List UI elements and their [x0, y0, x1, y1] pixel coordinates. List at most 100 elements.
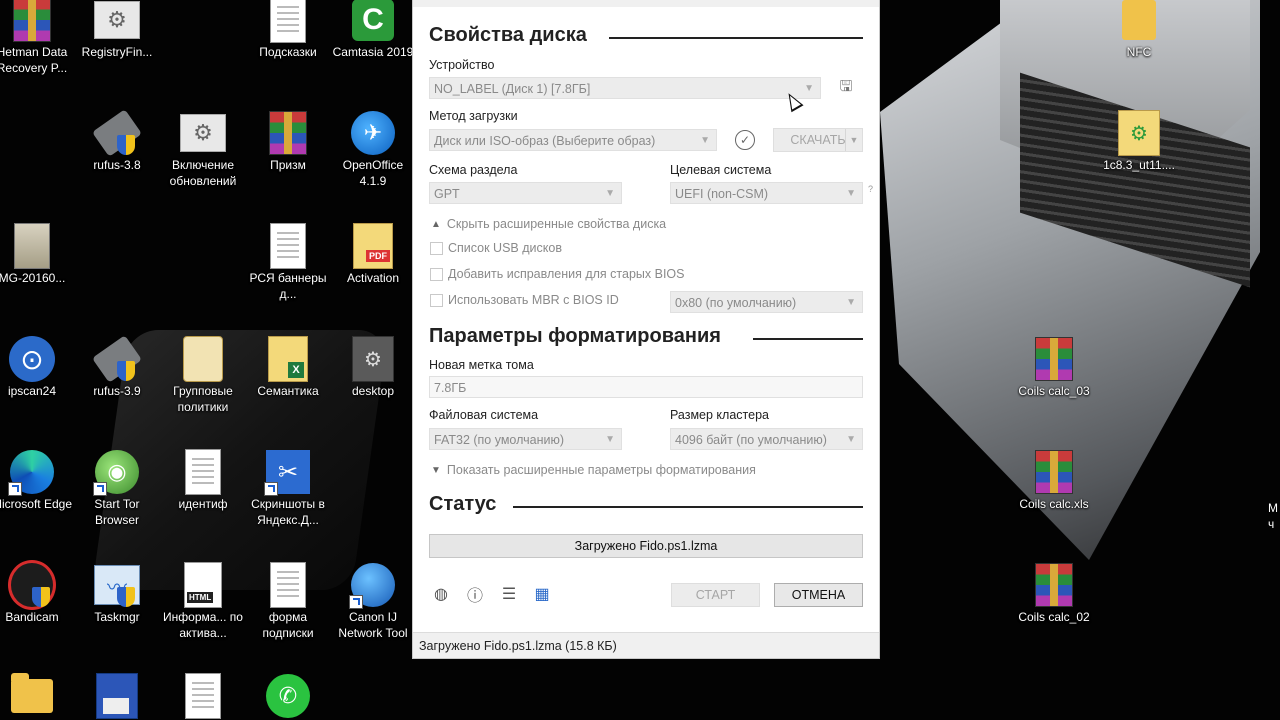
desktop-icon-label: идентиф [178, 497, 228, 511]
desktop-icon-label: Включение обновлений [169, 158, 237, 188]
device-select-value: NO_LABEL (Диск 1) [7.8ГБ] [434, 82, 591, 96]
desktop-icon-activation[interactable]: Activation [331, 218, 415, 328]
desktop-icon-podskazki[interactable]: Подсказки [246, 0, 330, 102]
desktop-icon-vklyuchenie[interactable]: ⚙ Включение обновлений [161, 105, 245, 215]
rufus-window: Свойства диска Устройство NO_LABEL (Диск… [412, 0, 880, 659]
chevron-down-icon[interactable]: ▼ [845, 129, 862, 151]
desktop-icon-img[interactable]: MG-20160... [0, 218, 74, 328]
floppy-icon [96, 673, 138, 719]
desktop-icon-nfc[interactable]: NFC [1097, 0, 1181, 102]
desktop-icon-label: NFC [1126, 45, 1152, 59]
desktop-icon-rufus-38[interactable]: rufus-3.8 [75, 105, 159, 215]
file-system-select[interactable]: FAT32 (по умолчанию) ▼ [429, 428, 622, 450]
settings-sliders-icon[interactable]: ☰ [499, 584, 519, 604]
archive-icon [269, 111, 307, 155]
desktop-icon-label: Microsoft Edge [0, 497, 73, 511]
target-system-select[interactable]: UEFI (non-CSM) ▼ [670, 182, 863, 204]
shortcut-arrow-icon [93, 482, 107, 496]
list-usb-checkbox[interactable]: Список USB дисков [430, 241, 562, 255]
desktop-icon-registryfinder[interactable]: ⚙ RegistryFin... [75, 0, 159, 102]
chevron-down-icon: ▼ [605, 188, 615, 199]
desktop-icon-coils-xls[interactable]: Coils calc.xls [1012, 444, 1096, 554]
folder-icon [1122, 0, 1156, 40]
checkbox-box[interactable] [430, 293, 443, 307]
download-button[interactable]: СКАЧАТЬ ▼ [773, 128, 863, 152]
download-button-label: СКАЧАТЬ [790, 133, 846, 147]
folder-icon [11, 673, 53, 713]
desktop-icon-label: Информа... по активa... [163, 610, 243, 640]
desktop-icon: ⚙ [352, 336, 394, 382]
check-hash-icon[interactable]: ✓ [735, 130, 755, 150]
volume-label-input[interactable]: 7.8ГБ [429, 376, 863, 398]
desktop-icon-screenshots[interactable]: ✂ Скриншоты в Яндекс.Д... [246, 444, 330, 554]
use-mbr-checkbox[interactable]: Использовать MBR с BIOS ID [430, 293, 619, 307]
start-button[interactable]: СТАРТ [671, 583, 760, 607]
desktop-icon-desktop[interactable]: ⚙ desktop [331, 331, 415, 441]
desktop-icon-whatsapp-partial[interactable]: ✆ [246, 668, 330, 720]
log-table-icon[interactable]: ▦ [532, 584, 552, 604]
partition-scheme-select[interactable]: GPT ▼ [429, 182, 622, 204]
desktop-icon-label: Групповые политики [173, 384, 233, 414]
language-globe-icon[interactable]: ◍ [431, 584, 451, 604]
registry-icon: ⚙ [94, 1, 140, 39]
partition-scheme-value: GPT [434, 187, 460, 201]
checkbox-box[interactable] [430, 241, 443, 255]
chevron-down-icon: ▼ [846, 297, 856, 308]
scroll-icon [183, 336, 223, 382]
desktop-icon-identif[interactable]: идентиф [161, 444, 245, 554]
desktop-icon-taskmgr[interactable]: 〰 Taskmgr [75, 557, 159, 667]
desktop-icon-ipscan[interactable]: ⊙ ipscan24 [0, 331, 74, 441]
desktop-icon-label: ipscan24 [7, 384, 57, 398]
desktop-icon-rufus-39[interactable]: rufus-3.9 [75, 331, 159, 441]
shield-icon [117, 587, 135, 607]
desktop-icon-forma[interactable]: форма подписки [246, 557, 330, 667]
desktop-icon-edge[interactable]: Microsoft Edge [0, 444, 74, 554]
desktop-icon-label: Camtasia 2019 [332, 45, 414, 59]
desktop-icon-prizm[interactable]: Призм [246, 105, 330, 215]
volume-label-label: Новая метка тома [429, 358, 534, 372]
desktop-icon-rsya[interactable]: РСЯ баннеры д... [246, 218, 330, 328]
save-drive-icon[interactable]: 🖫 [837, 78, 855, 97]
old-bios-checkbox[interactable]: Добавить исправления для старых BIOS [430, 267, 685, 281]
whatsapp-icon: ✆ [266, 674, 310, 718]
archive-icon [1035, 563, 1073, 607]
chevron-down-icon: ▼ [846, 434, 856, 445]
desktop-icon-floppy-partial[interactable] [75, 668, 159, 720]
desktop-icon-gruppovye[interactable]: Групповые политики [161, 331, 245, 441]
window-top-strip [413, 0, 879, 7]
bios-id-select[interactable]: 0x80 (по умолчанию) ▼ [670, 291, 863, 313]
gear-icon: ⚙ [180, 114, 226, 152]
desktop-icon-canon[interactable]: Canon IJ Network Tool [331, 557, 415, 667]
target-system-help-icon[interactable]: ? [868, 184, 873, 194]
cluster-size-select[interactable]: 4096 байт (по умолчанию) ▼ [670, 428, 863, 450]
desktop-icon-label: Bandicam [5, 610, 59, 624]
partition-scheme-label: Схема раздела [429, 163, 518, 177]
desktop-icon-tor[interactable]: ◉ Start Tor Browser [75, 444, 159, 554]
desktop-icon-openoffice[interactable]: ✈ OpenOffice 4.1.9 [331, 105, 415, 215]
show-advanced-format-toggle[interactable]: ▼ Показать расширенные параметры формати… [431, 463, 756, 477]
cluster-size-value: 4096 байт (по умолчанию) [675, 433, 827, 447]
use-mbr-label: Использовать MBR с BIOS ID [448, 293, 619, 307]
shortcut-arrow-icon [349, 595, 363, 609]
desktop-icon-folder-partial[interactable] [0, 668, 74, 720]
checkbox-box[interactable] [430, 267, 443, 281]
desktop-icon-bandicam[interactable]: Bandicam [0, 557, 74, 667]
desktop-icon-label: Coils calc_03 [1018, 384, 1090, 398]
desktop-icon-label: rufus-3.9 [93, 384, 141, 398]
desktop-icon-informaciya[interactable]: Информа... по активa... [161, 557, 245, 667]
desktop-icon-coils-02[interactable]: Coils calc_02 [1012, 557, 1096, 667]
cancel-button[interactable]: ОТМЕНА [774, 583, 863, 607]
desktop-icon-semantika[interactable]: Семантика [246, 331, 330, 441]
boot-selection-select[interactable]: Диск или ISO-образ (Выберите образ) ▼ [429, 129, 717, 151]
desktop-icon-camtasia[interactable]: C Camtasia 2019 [331, 0, 415, 102]
desktop-icon-doc-partial[interactable] [161, 668, 245, 720]
desktop-icon-coils-03[interactable]: Coils calc_03 [1012, 331, 1096, 441]
device-select[interactable]: NO_LABEL (Диск 1) [7.8ГБ] ▼ [429, 77, 821, 99]
desktop-icon-hetman[interactable]: Hetman Data Recovery P... [0, 0, 74, 102]
desktop-icon-1c[interactable]: ⚙ 1c8.3_ut11.... [1097, 105, 1181, 215]
chevron-up-icon: ▲ [431, 218, 441, 230]
about-info-icon[interactable]: ⓘ [465, 584, 485, 605]
shortcut-arrow-icon [8, 482, 22, 496]
hide-advanced-drive-toggle[interactable]: ▲ Скрыть расширенные свойства диска [431, 217, 666, 231]
document-icon [270, 0, 306, 43]
